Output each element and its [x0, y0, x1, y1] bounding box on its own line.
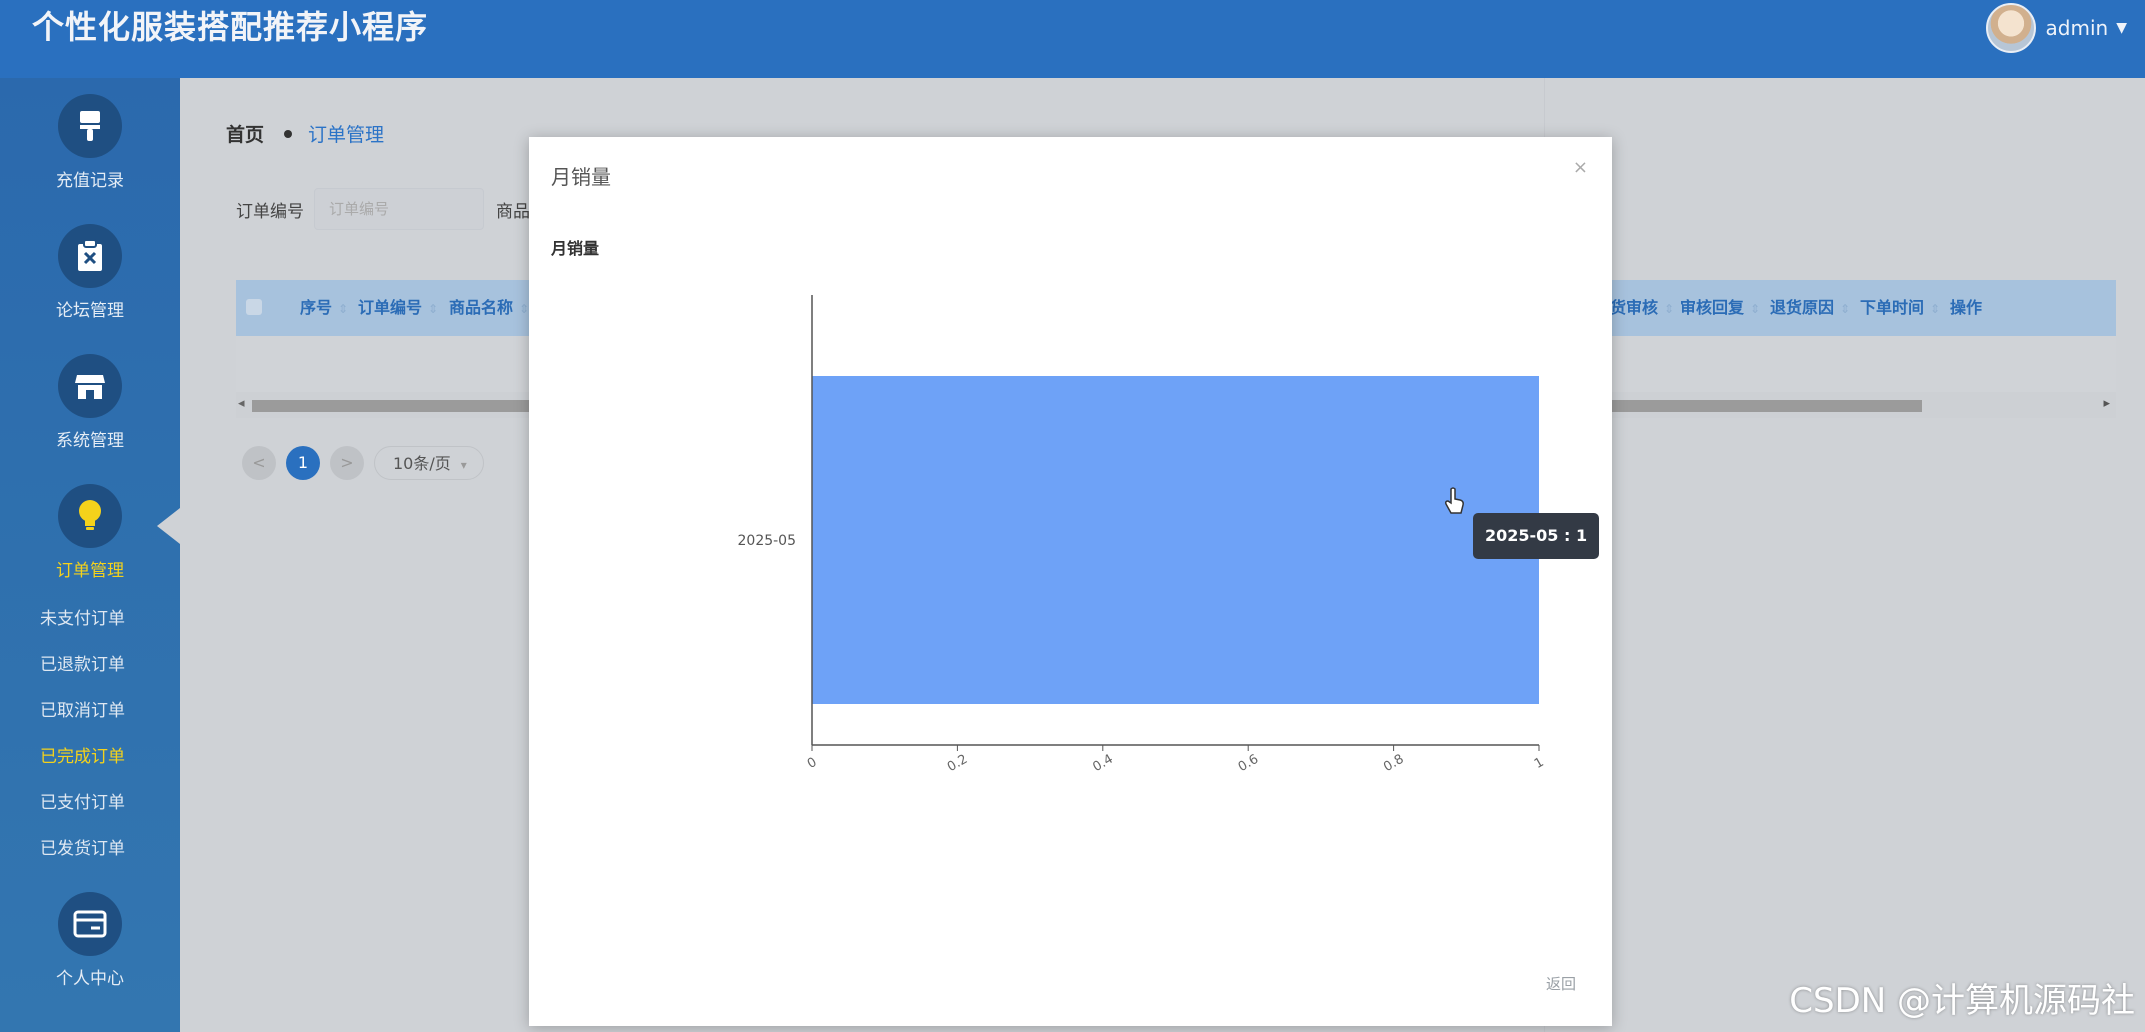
submenu-completed-orders[interactable]: 已完成订单 [40, 734, 125, 780]
username[interactable]: admin [2046, 16, 2109, 40]
sidebar-item-label: 充值记录 [56, 171, 124, 191]
page-number-button[interactable]: 1 [286, 446, 320, 480]
app-title: 个性化服装搭配推荐小程序 [32, 8, 429, 46]
column-header[interactable]: 货审核 ⇕ [1610, 280, 1674, 336]
monthly-sales-modal: 月销量 × 月销量 2025-05 0 0.2 0.4 0.6 0.8 1 2025-05 … [529, 137, 1612, 1026]
column-header[interactable]: 退货原因 ⇕ [1770, 280, 1850, 336]
column-header[interactable]: 序号 ⇕ [300, 280, 348, 336]
sort-icon: ⇕ [1840, 302, 1851, 316]
column-header[interactable]: 操作 [1950, 280, 1982, 336]
scroll-right-icon[interactable]: ▸ [2103, 396, 2110, 411]
select-all-checkbox[interactable] [246, 299, 262, 315]
column-header[interactable]: 订单编号 ⇕ [358, 280, 438, 336]
submenu-shipped-orders[interactable]: 已发货订单 [40, 826, 125, 872]
breadcrumb-current: 订单管理 [308, 124, 385, 146]
submenu-cancelled-orders[interactable]: 已取消订单 [40, 688, 125, 734]
search-bar: 订单编号 商品 [236, 188, 530, 230]
breadcrumb-home[interactable]: 首页 [226, 120, 264, 147]
x-tick-label: 1 [1532, 755, 1547, 772]
sidebar-item-label: 订单管理 [56, 561, 124, 581]
order-no-label: 订单编号 [236, 201, 304, 222]
avatar[interactable] [1985, 3, 2036, 53]
column-header[interactable]: 审核回复 ⇕ [1680, 280, 1760, 336]
sort-icon: ⇕ [428, 302, 439, 316]
sort-icon: ⇕ [519, 302, 530, 316]
active-pointer [157, 508, 180, 544]
sidebar-item-profile[interactable]: 个人中心 [0, 892, 180, 989]
sort-icon: ⇕ [1750, 302, 1761, 316]
x-tick-label: 0.2 [945, 752, 970, 775]
x-tick-label: 0.4 [1090, 752, 1115, 775]
watermark-text: CSDN @计算机源码社 [1789, 981, 2135, 1021]
monthly-sales-chart: 2025-05 0 0.2 0.4 0.6 0.8 1 [738, 295, 1547, 775]
clipboard-x-icon [58, 224, 122, 288]
lightbulb-icon [58, 484, 122, 548]
sidebar-item-recharge[interactable]: 充值记录 [0, 94, 180, 191]
column-header[interactable]: 商品名称 ⇕ [449, 280, 529, 336]
sidebar-item-system[interactable]: 系统管理 [0, 354, 180, 451]
sidebar-item-label: 个人中心 [56, 969, 124, 989]
sidebar-item-label: 论坛管理 [56, 301, 124, 321]
scroll-left-icon[interactable]: ◂ [238, 396, 245, 411]
pagination: < 1 > 10条/页 ▾ [242, 446, 484, 480]
submenu-refunded-orders[interactable]: 已退款订单 [40, 642, 125, 688]
store-icon [58, 354, 122, 418]
next-page-button[interactable]: > [330, 446, 364, 480]
submenu-unpaid-orders[interactable]: 未支付订单 [40, 596, 125, 642]
caret-down-icon[interactable]: ▼ [2116, 20, 2127, 36]
user-menu[interactable]: admin ▼ [1985, 2, 2127, 54]
prev-page-button[interactable]: < [242, 446, 276, 480]
sidebar: 充值记录 论坛管理 系统管理 订单管理 未支付订单 已退款订单 已取消订单 已完… [0, 78, 180, 1032]
page-size-select[interactable]: 10条/页 ▾ [374, 446, 484, 480]
submenu-paid-orders[interactable]: 已支付订单 [40, 780, 125, 826]
card-icon [58, 892, 122, 956]
chart-bar [812, 376, 1539, 704]
x-tick-label: 0 [805, 755, 820, 772]
product-label: 商品 [496, 201, 530, 222]
order-no-input[interactable] [314, 188, 484, 230]
chart-tooltip: 2025-05 : 1 [1473, 513, 1600, 559]
chevron-down-icon: ▾ [460, 458, 467, 472]
sidebar-item-orders[interactable]: 订单管理 [0, 484, 180, 581]
sidebar-item-forum[interactable]: 论坛管理 [0, 224, 180, 321]
hand-pointer-icon [1445, 487, 1464, 514]
sidebar-item-label: 系统管理 [56, 431, 124, 451]
x-tick-label: 0.8 [1381, 752, 1406, 775]
brush-icon [58, 94, 122, 158]
sort-icon: ⇕ [1664, 302, 1675, 316]
top-header: 个性化服装搭配推荐小程序 admin ▼ [0, 0, 2145, 78]
orders-submenu: 未支付订单 已退款订单 已取消订单 已完成订单 已支付订单 已发货订单 [40, 596, 125, 872]
breadcrumb-separator [284, 129, 293, 138]
column-header[interactable]: 下单时间 ⇕ [1860, 280, 1940, 336]
y-tick-label: 2025-05 [738, 533, 797, 549]
sort-icon: ⇕ [338, 302, 349, 316]
sort-icon: ⇕ [1930, 302, 1941, 316]
breadcrumb: 首页 订单管理 [226, 120, 384, 147]
back-button[interactable]: 返回 [1546, 973, 1576, 994]
x-tick-label: 0.6 [1236, 752, 1261, 775]
